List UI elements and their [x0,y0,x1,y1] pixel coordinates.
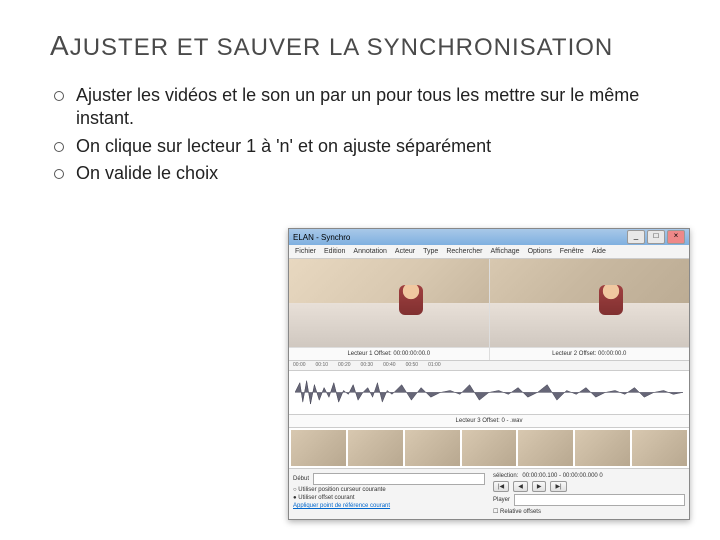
menu-item[interactable]: Acteur [395,248,415,255]
slide-title: AJUSTER ET SAUVER LA SYNCHRONISATION [50,30,680,62]
wave-label: Lecteur 3 Offset: 0 - .wav [289,415,689,428]
video-label: Lecteur 1 Offset: 00:00:00:00.0 [289,347,489,360]
player-select[interactable] [514,494,685,506]
menu-item[interactable]: Affichage [491,248,520,255]
minimize-button[interactable]: _ [627,230,645,244]
play-button[interactable]: ▶ [532,481,547,492]
time-mark: 00:40 [383,362,396,368]
time-mark: 00:10 [316,362,329,368]
control-panel: Début ○ Utiliser position curseur couran… [289,469,689,519]
selection-label: sélection: [493,473,518,479]
menu-item[interactable]: Fenêtre [560,248,584,255]
app-window: ELAN - Synchro _ □ × Fichier Edition Ann… [288,228,690,520]
menu-item[interactable]: Type [423,248,438,255]
video-player-1[interactable]: Lecteur 1 Offset: 00:00:00:00.0 [289,259,490,359]
bullet-item: On valide le choix [50,162,680,185]
debut-label: Début [293,476,309,482]
video-player-2[interactable]: Lecteur 2 Offset: 00:00:00.0 [490,259,690,359]
waveform-track[interactable] [289,371,689,415]
transport-button[interactable]: ◀ [513,481,528,492]
video-frame [289,259,489,346]
bullet-list: Ajuster les vidéos et le son un par un p… [50,84,680,186]
video-frame [490,259,690,346]
title-rest: JUSTER ET SAUVER LA SYNCHRONISATION [70,34,614,61]
close-button[interactable]: × [667,230,685,244]
window-buttons: _ □ × [627,230,685,244]
selection-value: 00:00:00.100 - 00:00:00.000 0 [522,473,602,479]
time-mark: 00:50 [406,362,419,368]
time-mark: 00:00 [293,362,306,368]
bullet-item: Ajuster les vidéos et le son un par un p… [50,84,680,131]
window-title: ELAN - Synchro [293,233,350,242]
bullet-item: On clique sur lecteur 1 à 'n' et on ajus… [50,135,680,158]
thumbnail[interactable] [632,430,687,467]
maximize-button[interactable]: □ [647,230,665,244]
relative-checkbox[interactable]: ☐ Relative offsets [493,508,541,515]
menu-item[interactable]: Fichier [295,248,316,255]
menu-item[interactable]: Options [528,248,552,255]
time-mark: 00:20 [338,362,351,368]
thumbnail[interactable] [575,430,630,467]
menu-item[interactable]: Rechercher [446,248,482,255]
thumbnail[interactable] [462,430,517,467]
thumbnail[interactable] [405,430,460,467]
video-label: Lecteur 2 Offset: 00:00:00.0 [490,347,690,360]
menubar: Fichier Edition Annotation Acteur Type R… [289,245,689,259]
panel-right: sélection: 00:00:00.100 - 00:00:00.000 0… [489,469,689,519]
thumbnail[interactable] [291,430,346,467]
panel-left: Début ○ Utiliser position curseur couran… [289,469,489,519]
thumbnail[interactable] [348,430,403,467]
debut-input[interactable] [313,473,485,485]
video-row: Lecteur 1 Offset: 00:00:00:00.0 Lecteur … [289,259,689,360]
transport-button[interactable]: ▶| [550,481,566,492]
transport-button[interactable]: |◀ [493,481,509,492]
window-titlebar: ELAN - Synchro _ □ × [289,229,689,245]
menu-item[interactable]: Annotation [353,248,386,255]
radio-option-2[interactable]: ● Utiliser offset courant [293,495,355,501]
time-mark: 01:00 [428,362,441,368]
apply-link[interactable]: Appliquer point de référence courant [293,503,390,509]
player-label: Player [493,497,510,503]
title-first-letter: A [50,30,70,61]
radio-option-1[interactable]: ○ Utiliser position curseur courante [293,487,386,493]
waveform-icon [295,373,683,412]
time-mark: 00:30 [361,362,374,368]
timeline-ruler[interactable]: 00:00 00:10 00:20 00:30 00:40 00:50 01:0… [289,361,689,371]
menu-item[interactable]: Aide [592,248,606,255]
thumbnail[interactable] [518,430,573,467]
menu-item[interactable]: Edition [324,248,345,255]
thumbnail-strip[interactable] [289,428,689,470]
